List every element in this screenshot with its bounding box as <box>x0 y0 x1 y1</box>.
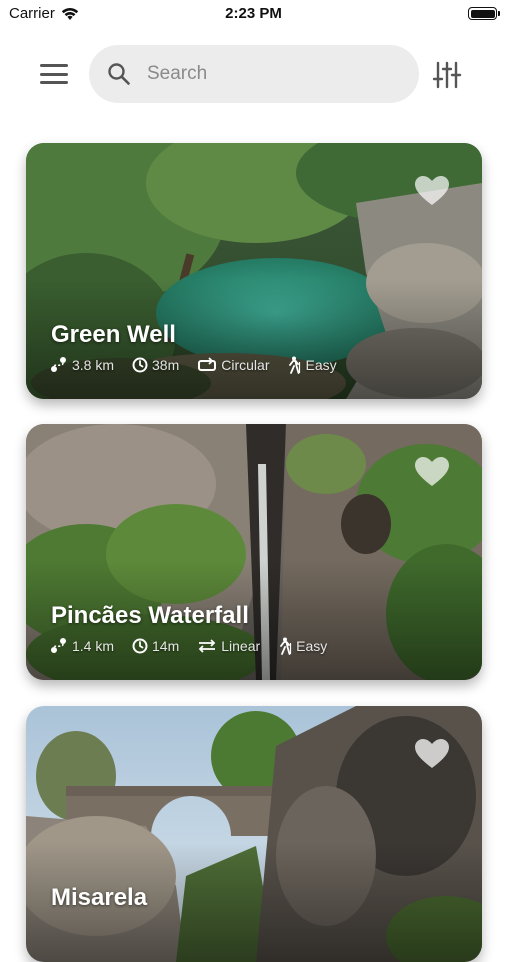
stat-duration: 38m <box>132 357 179 373</box>
favorite-heart-icon[interactable] <box>414 175 450 207</box>
favorite-heart-icon[interactable] <box>414 738 450 770</box>
stat-distance: 1.4 km <box>50 637 114 655</box>
trail-list: Green Well 3.8 km 38m Circular Easy Pinc… <box>0 0 507 962</box>
stat-difficulty: Easy <box>278 637 327 655</box>
linear-route-icon <box>198 639 216 653</box>
clock-icon <box>132 357 148 373</box>
trail-card[interactable]: Misarela <box>26 706 482 962</box>
stat-duration: 14m <box>132 638 179 654</box>
route-distance-icon <box>51 638 66 653</box>
stat-difficulty: Easy <box>287 356 337 374</box>
hiker-icon <box>280 637 292 655</box>
trail-stats: 3.8 km 38m Circular Easy <box>50 356 337 374</box>
trail-name: Pincães Waterfall <box>51 602 249 629</box>
circular-route-icon <box>198 357 217 371</box>
stat-route-type: Linear <box>197 638 260 654</box>
trail-card[interactable]: Green Well 3.8 km 38m Circular Easy <box>26 143 482 399</box>
hiker-icon <box>289 356 301 374</box>
favorite-heart-icon[interactable] <box>414 456 450 488</box>
route-distance-icon <box>51 357 66 372</box>
trail-name: Green Well <box>51 321 176 348</box>
trail-name: Misarela <box>51 884 148 911</box>
trail-card[interactable]: Pincães Waterfall 1.4 km 14m Linear Easy <box>26 424 482 680</box>
trail-stats: 1.4 km 14m Linear Easy <box>50 637 327 655</box>
stat-route-type: Circular <box>197 357 269 373</box>
stat-distance: 3.8 km <box>50 356 114 374</box>
clock-icon <box>132 638 148 654</box>
